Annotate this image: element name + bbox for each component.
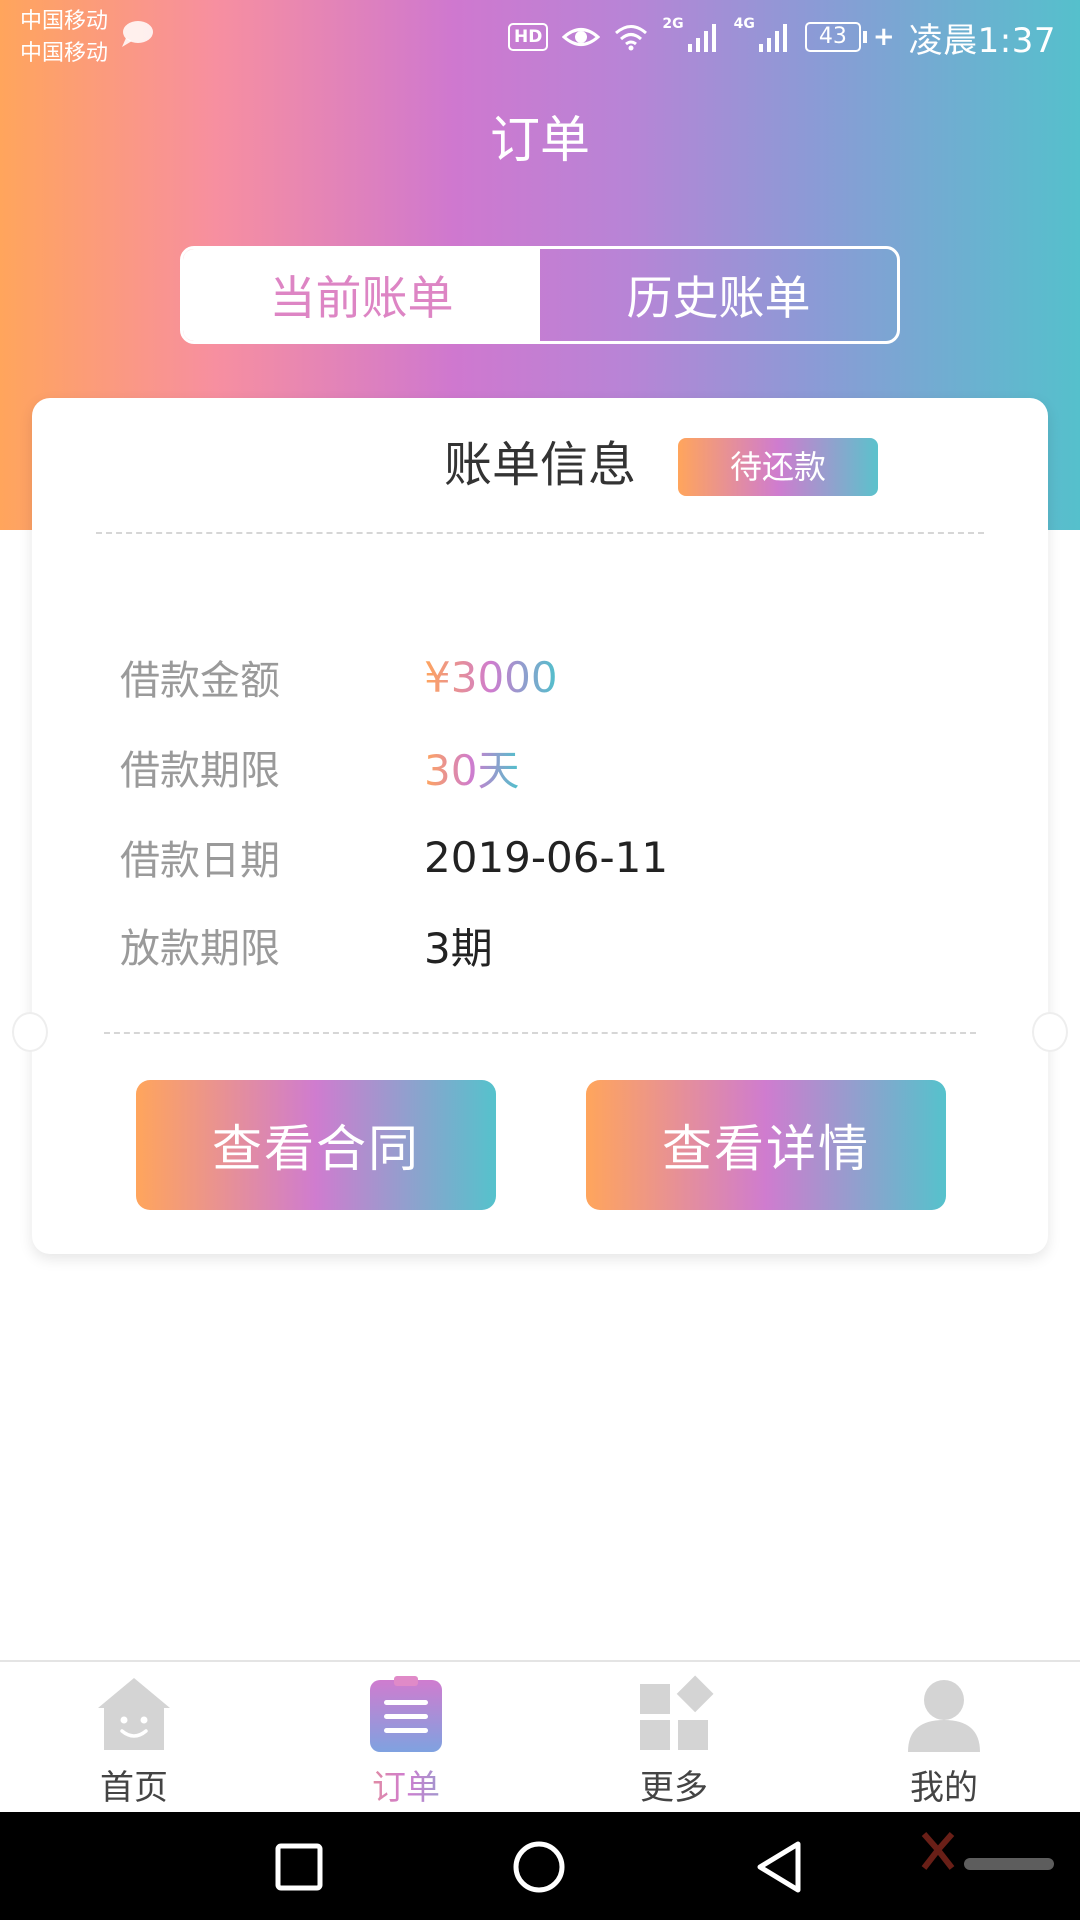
home-icon	[98, 1678, 170, 1750]
date-label: 借款日期	[120, 838, 280, 884]
more-icon	[640, 1675, 714, 1750]
bill-card: 账单信息 待还款 借款金额 ¥3000 借款期限 30天 借款日期 2019-0…	[12, 398, 1068, 1254]
bill-tabs: 当前账单 历史账单	[180, 246, 900, 344]
network-label-1: 2G	[662, 16, 684, 32]
battery-indicator: 43 +	[804, 22, 895, 52]
nav-item-mine[interactable]: 我的	[854, 1662, 1034, 1814]
divider-top	[96, 532, 984, 534]
message-icon	[122, 21, 153, 47]
installments-label: 放款期限	[120, 926, 280, 972]
watermark-logo	[921, 1832, 1054, 1870]
date-value: 2019-06-11	[424, 832, 669, 882]
tab-current-bill[interactable]: 当前账单	[183, 249, 540, 341]
page-title: 订单	[490, 111, 590, 169]
info-row-date: 借款日期 2019-06-11	[32, 822, 1048, 892]
carrier-2: 中国移动	[20, 41, 109, 66]
term-label: 借款期限	[120, 748, 280, 794]
nav-label-more: 更多	[640, 1768, 708, 1808]
nav-item-home[interactable]: 首页	[44, 1662, 224, 1814]
signal-icon-2	[758, 24, 787, 52]
info-row-term: 借款期限 30天	[32, 732, 1048, 802]
nav-label-order: 订单	[316, 1760, 496, 1809]
battery-level: 43	[804, 22, 861, 52]
home-circle-icon[interactable]	[504, 1832, 574, 1902]
divider-bottom	[104, 1032, 976, 1034]
recent-apps-icon[interactable]	[264, 1832, 334, 1902]
status-bar: 中国移动 中国移动 HD 2G 4G 43 + 凌晨1:37	[0, 0, 1080, 76]
installments-value: 3期	[424, 923, 493, 973]
eye-icon	[562, 28, 601, 46]
carrier-1: 中国移动	[20, 9, 109, 34]
network-label-2: 4G	[733, 16, 755, 32]
clock: 凌晨1:37	[908, 20, 1056, 61]
order-icon	[370, 1676, 442, 1752]
nav-label-mine: 我的	[910, 1768, 978, 1808]
status-indicators: HD 2G 4G 43 + 凌晨1:37	[508, 12, 1056, 62]
carrier-info: 中国移动 中国移动	[20, 6, 108, 70]
amount-value: ¥3000	[424, 652, 558, 702]
back-triangle-icon[interactable]	[744, 1832, 814, 1902]
profile-icon	[908, 1680, 980, 1752]
bill-card-title: 账单信息	[443, 437, 636, 493]
ticket-notch-right	[1032, 1012, 1068, 1052]
term-value: 30天	[424, 737, 519, 798]
view-contract-button[interactable]: 查看合同	[136, 1080, 496, 1210]
ticket-notch-left	[12, 1012, 48, 1052]
amount-label: 借款金额	[120, 658, 280, 704]
info-row-amount: 借款金额 ¥3000	[32, 642, 1048, 712]
tab-history-bill[interactable]: 历史账单	[540, 249, 897, 341]
hd-badge: HD	[508, 23, 549, 51]
status-badge: 待还款	[678, 438, 878, 496]
nav-label-home: 首页	[100, 1768, 168, 1808]
nav-item-order[interactable]: 订单	[316, 1662, 496, 1814]
wifi-icon	[615, 25, 648, 51]
info-row-installments: 放款期限 3期	[32, 910, 1048, 980]
charging-icon: +	[872, 22, 895, 52]
battery-cap	[862, 31, 867, 43]
signal-icon-1	[687, 24, 716, 52]
nav-item-more[interactable]: 更多	[584, 1662, 764, 1814]
bottom-nav: 首页 订单 更多 我的	[0, 1660, 1080, 1812]
view-details-button[interactable]: 查看详情	[586, 1080, 946, 1210]
bill-card-header: 账单信息 待还款	[32, 430, 1048, 500]
system-nav-bar	[0, 1812, 1080, 1920]
